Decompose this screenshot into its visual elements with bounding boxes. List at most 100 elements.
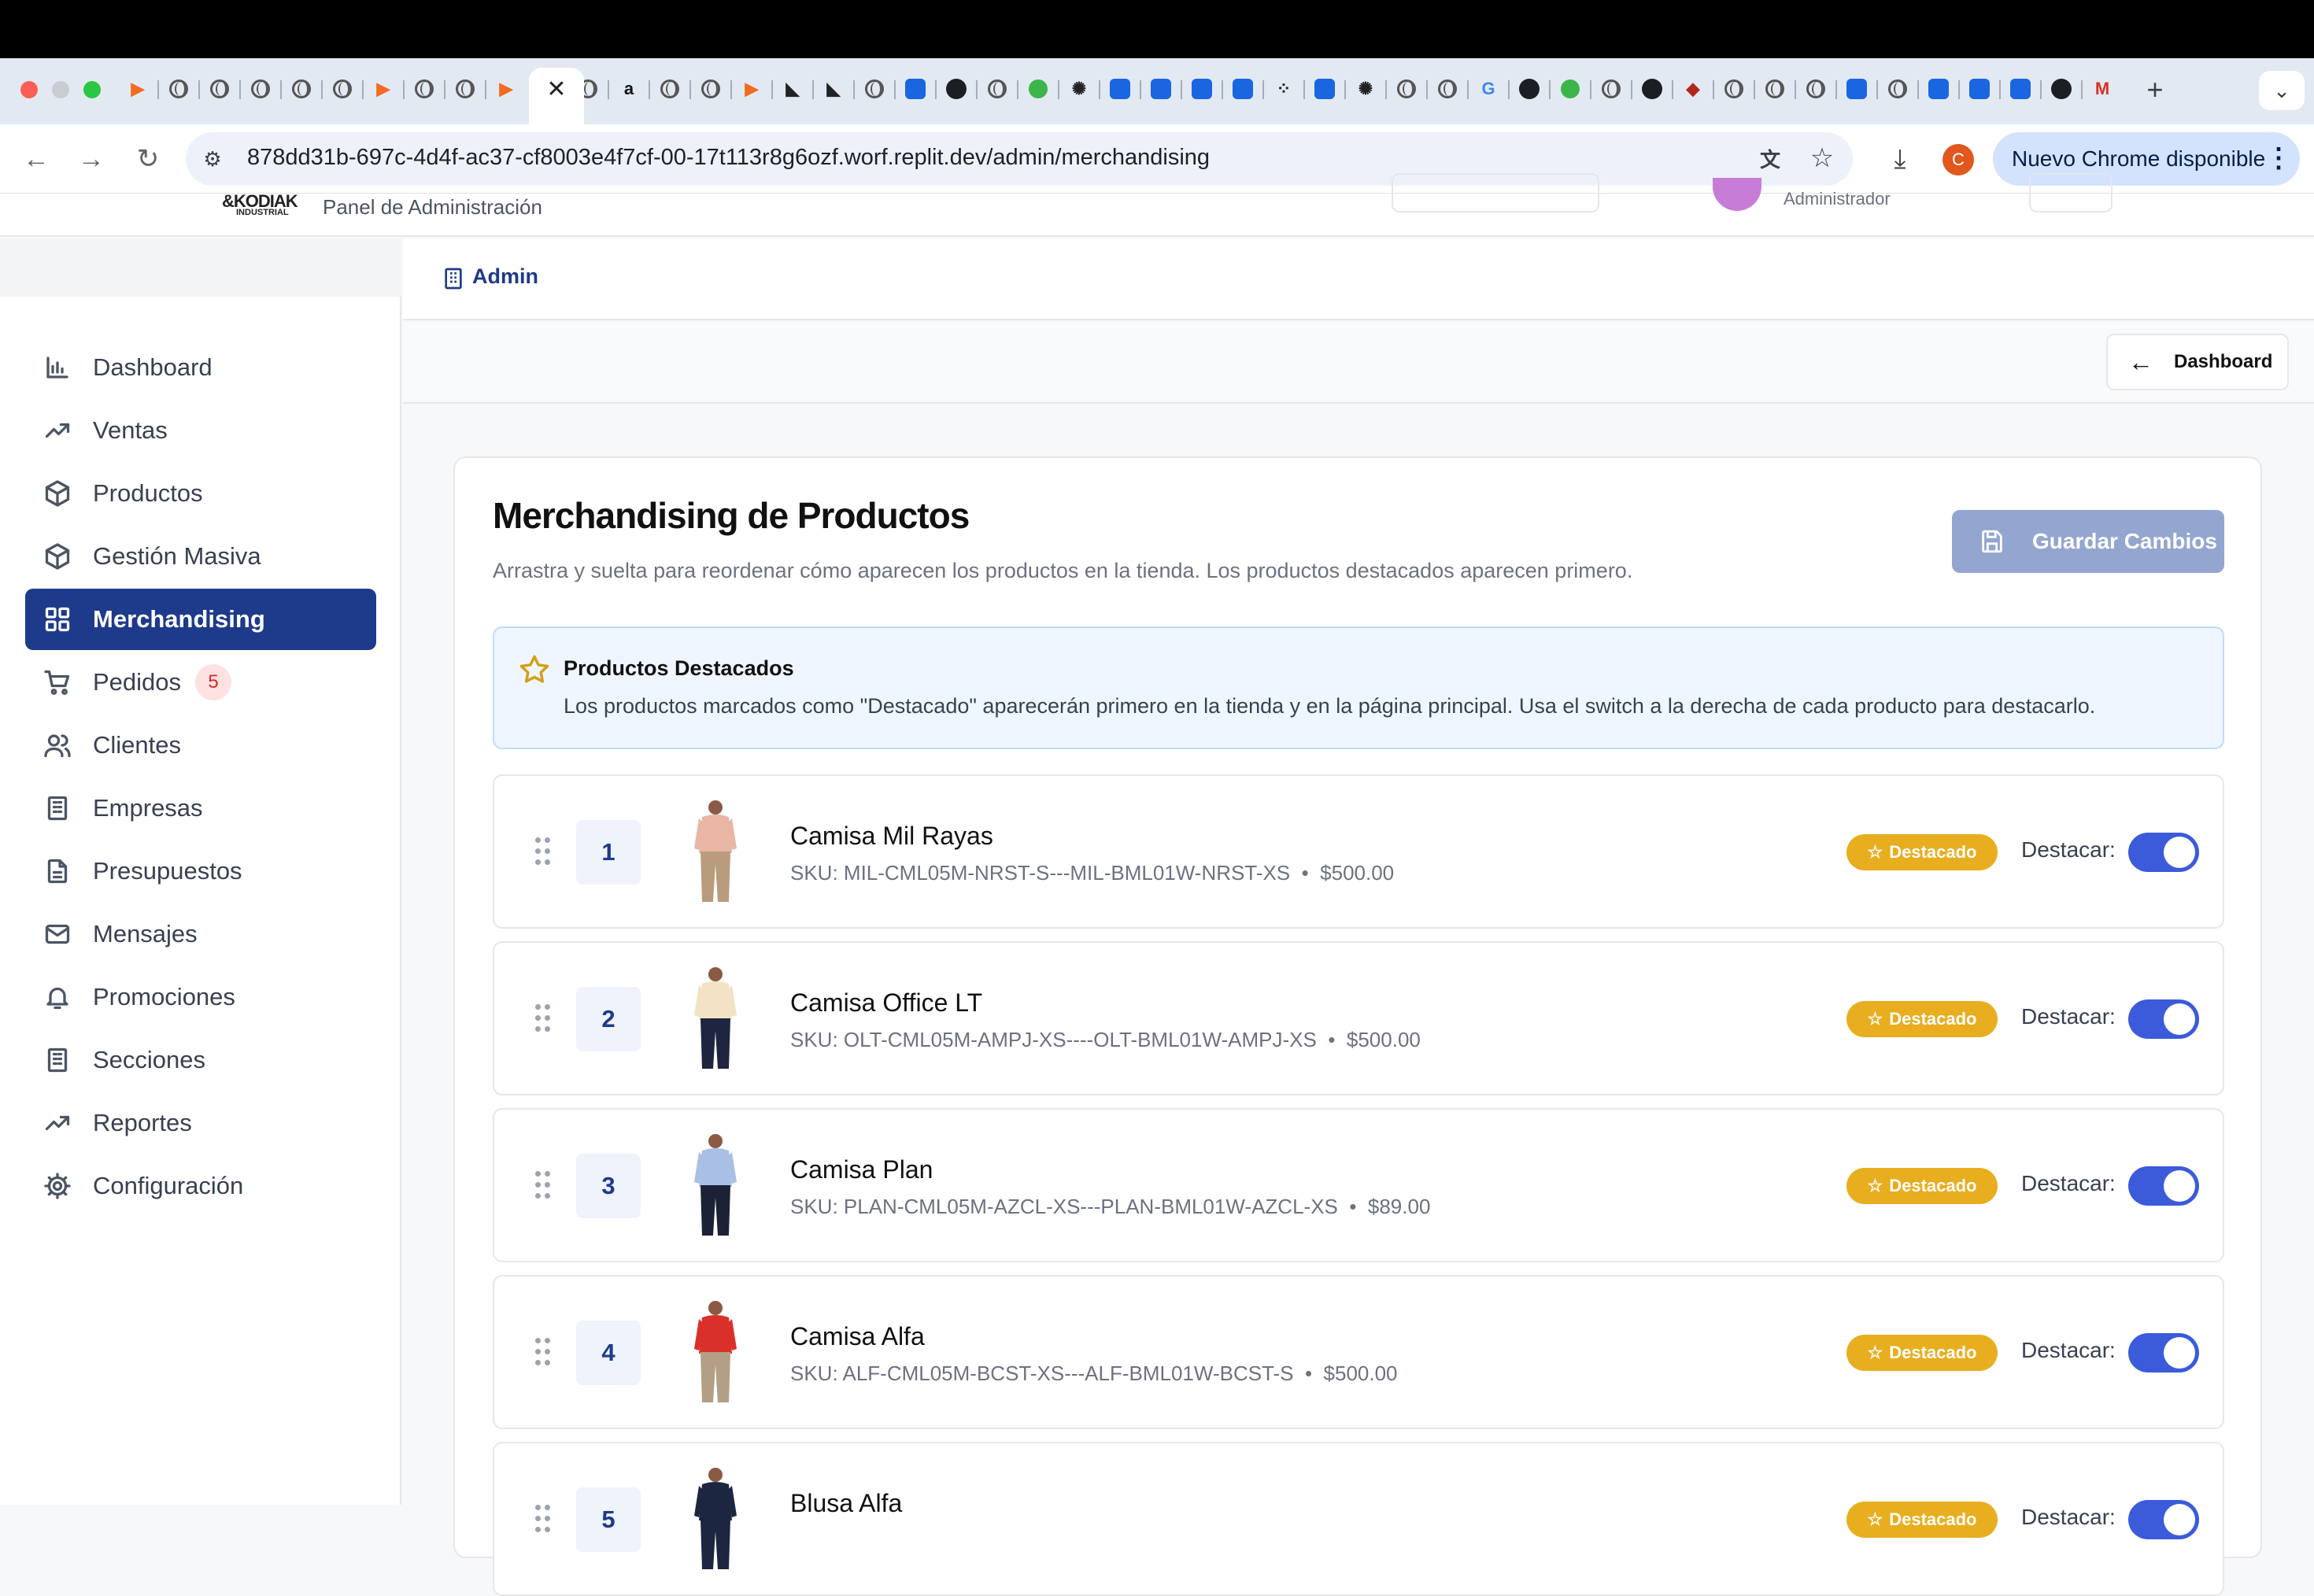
tab-separator — [1835, 80, 1837, 99]
browser-tab-favicon-icon[interactable] — [1108, 77, 1132, 101]
sidebar-item-promociones[interactable]: Promociones — [25, 966, 376, 1028]
product-sku: SKU: PLAN-CML05M-AZCL-XS---PLAN-BML01W-A… — [790, 1195, 1338, 1218]
browser-tab-favicon-icon[interactable] — [1313, 77, 1336, 101]
sidebar-item-merchandising[interactable]: Merchandising — [25, 589, 376, 650]
browser-tab-favicon-icon[interactable]: ✺ — [1354, 77, 1377, 101]
sidebar-item-clientes[interactable]: Clientes — [25, 715, 376, 776]
sidebar-item-ventas[interactable]: Ventas — [25, 400, 376, 461]
sidebar-item-reportes[interactable]: Reportes — [25, 1092, 376, 1154]
tab-search-button[interactable]: ⌄ — [2259, 71, 2305, 110]
browser-tab-favicon-icon[interactable] — [1026, 77, 1050, 101]
browser-tab-favicon-icon[interactable] — [904, 77, 927, 101]
browser-tab-favicon-icon[interactable] — [2050, 77, 2073, 101]
product-name: Camisa Office LT — [790, 988, 983, 1017]
sidebar-item-presupuestos[interactable]: Presupuestos — [25, 840, 376, 902]
browser-tab-favicon-icon[interactable] — [944, 77, 968, 101]
browser-tab-favicon-icon[interactable]: ▶ — [494, 77, 518, 101]
browser-tab-favicon-icon[interactable]: a — [617, 77, 641, 101]
browser-tab-favicon-icon[interactable]: ◆ — [1681, 77, 1705, 101]
browser-tab-favicon-icon[interactable] — [453, 77, 477, 101]
browser-tab-favicon-icon[interactable] — [1190, 77, 1214, 101]
feature-toggle[interactable] — [2128, 999, 2199, 1039]
sidebar-item-label: Mensajes — [93, 920, 198, 948]
browser-tab-favicon-icon[interactable] — [1436, 77, 1459, 101]
new-tab-button[interactable]: + — [2139, 74, 2171, 105]
browser-tab-favicon-icon[interactable] — [1640, 77, 1664, 101]
product-row[interactable]: 5 Blusa Alfa ☆ Destacado Destacar: — [493, 1442, 2224, 1596]
browser-tab-favicon-icon[interactable] — [208, 77, 231, 101]
sidebar-item-pedidos[interactable]: Pedidos 5 — [25, 652, 376, 713]
sidebar-item-label: Empresas — [93, 794, 203, 822]
feature-toggle[interactable] — [2128, 1500, 2199, 1539]
drag-handle-icon[interactable] — [535, 1004, 554, 1033]
sidebar-item-gestion-masiva[interactable]: Gestión Masiva — [25, 526, 376, 587]
sidebar-item-secciones[interactable]: Secciones — [25, 1029, 376, 1091]
drag-handle-icon[interactable] — [535, 1171, 554, 1199]
browser-tab-favicon-icon[interactable]: ◣ — [822, 77, 845, 101]
feature-toggle[interactable] — [2128, 1333, 2199, 1372]
browser-tab-favicon-icon[interactable]: ▶ — [126, 77, 150, 101]
product-price: $500.00 — [1320, 861, 1395, 885]
browser-tab-favicon-icon[interactable] — [863, 77, 886, 101]
browser-tab-favicon-icon[interactable] — [1558, 77, 1582, 101]
browser-tab-favicon-icon[interactable] — [1599, 77, 1623, 101]
sidebar-item-productos[interactable]: Productos — [25, 463, 376, 524]
panel-title: Panel de Administración — [323, 195, 542, 219]
browser-tab-favicon-icon[interactable] — [985, 77, 1009, 101]
browser-tab-favicon-icon[interactable] — [1968, 77, 1991, 101]
browser-tab-favicon-icon[interactable] — [1845, 77, 1869, 101]
browser-tab-favicon-icon[interactable] — [1927, 77, 1950, 101]
browser-tab-favicon-icon[interactable] — [1395, 77, 1418, 101]
browser-tab-favicon-icon[interactable] — [331, 77, 354, 101]
product-row[interactable]: 3 Camisa Plan SKU: PLAN-CML05M-AZCL-XS---P… — [493, 1108, 2224, 1262]
product-name: Camisa Mil Rayas — [790, 822, 993, 850]
browser-tab-favicon-icon[interactable] — [699, 77, 723, 101]
tab-separator — [1549, 80, 1551, 99]
browser-tab-favicon-icon[interactable]: ◣ — [781, 77, 804, 101]
browser-tab-favicon-icon[interactable] — [2009, 77, 2032, 101]
browser-tab-favicon-icon[interactable]: ✺ — [1067, 77, 1091, 101]
building-icon — [43, 793, 72, 823]
browser-tab-favicon-icon[interactable] — [1517, 77, 1541, 101]
browser-tab-favicon-icon[interactable] — [1722, 77, 1746, 101]
browser-tab-favicon-icon[interactable]: ⁘ — [1272, 77, 1296, 101]
sidebar-item-configuracion[interactable]: Configuración — [25, 1155, 376, 1217]
file-text-icon — [43, 856, 72, 886]
browser-tab-favicon-icon[interactable]: ▶ — [371, 77, 395, 101]
sidebar-item-empresas[interactable]: Empresas — [25, 778, 376, 839]
logo[interactable]: &KODIAK — [222, 193, 301, 210]
product-row[interactable]: 2 Camisa Office LT SKU: OLT-CML05M-AMPJ-XS… — [493, 941, 2224, 1095]
drag-handle-icon[interactable] — [535, 1505, 554, 1533]
browser-tab-favicon-icon[interactable] — [1804, 77, 1828, 101]
browser-tab-favicon-icon[interactable]: M — [2090, 77, 2114, 101]
save-changes-button[interactable]: Guardar Cambios — [1952, 510, 2224, 573]
breadcrumb-admin[interactable]: Admin — [472, 264, 538, 289]
feature-toggle[interactable] — [2128, 1166, 2199, 1206]
product-image — [694, 1468, 737, 1569]
close-window-button[interactable] — [20, 81, 38, 98]
browser-tab-favicon-icon[interactable]: G — [1477, 77, 1500, 101]
minimize-window-button[interactable] — [52, 81, 69, 98]
browser-tab-favicon-icon[interactable] — [1886, 77, 1909, 101]
close-tab-icon[interactable]: ✕ — [545, 74, 568, 105]
browser-tab-favicon-icon[interactable] — [412, 77, 436, 101]
drag-handle-icon[interactable] — [535, 1338, 554, 1366]
sidebar-item-mensajes[interactable]: Mensajes — [25, 903, 376, 965]
browser-tab-favicon-icon[interactable] — [1763, 77, 1787, 101]
building-icon — [445, 268, 462, 290]
back-to-dashboard-button[interactable]: ← Dashboard — [2106, 334, 2289, 390]
sidebar-item-dashboard[interactable]: Dashboard — [25, 337, 376, 398]
package-icon — [43, 478, 72, 508]
drag-handle-icon[interactable] — [535, 837, 554, 866]
browser-tab-favicon-icon[interactable] — [290, 77, 313, 101]
browser-tab-favicon-icon[interactable] — [167, 77, 190, 101]
product-row[interactable]: 1 Camisa Mil Rayas SKU: MIL-CML05M-NRST-S-… — [493, 774, 2224, 929]
browser-tab-favicon-icon[interactable] — [1149, 77, 1173, 101]
browser-tab-favicon-icon[interactable]: ▶ — [740, 77, 763, 101]
feature-toggle[interactable] — [2128, 833, 2199, 872]
browser-tab-favicon-icon[interactable] — [249, 77, 272, 101]
zoom-window-button[interactable] — [83, 81, 101, 98]
browser-tab-favicon-icon[interactable] — [658, 77, 682, 101]
browser-tab-favicon-icon[interactable] — [1231, 77, 1255, 101]
product-row[interactable]: 4 Camisa Alfa SKU: ALF-CML05M-BCST-XS---AL… — [493, 1275, 2224, 1429]
